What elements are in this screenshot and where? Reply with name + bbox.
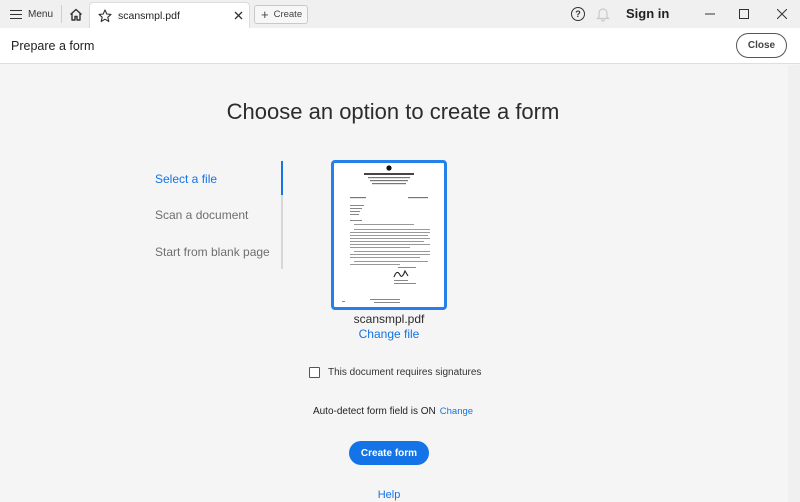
file-thumbnail[interactable] — [331, 160, 447, 310]
menu-label: Menu — [28, 8, 54, 20]
vertical-scrollbar[interactable] — [788, 65, 800, 502]
close-button[interactable]: Close — [736, 33, 787, 58]
document-preview-image — [342, 165, 430, 303]
close-icon — [234, 11, 242, 20]
change-file-link[interactable]: Change file — [300, 327, 478, 341]
page-title: Prepare a form — [11, 39, 95, 53]
active-option-indicator — [281, 161, 283, 195]
file-name: scansmpl.pdf — [353, 312, 425, 326]
document-tab[interactable]: scansmpl.pdf — [89, 2, 250, 28]
minimize-icon — [705, 13, 715, 15]
signature-checkbox-label: This document requires signatures — [328, 367, 482, 378]
bell-icon[interactable] — [596, 6, 610, 22]
option-select-file[interactable]: Select a file — [155, 172, 217, 186]
help-icon[interactable]: ? — [571, 7, 585, 21]
option-blank-page[interactable]: Start from blank page — [155, 245, 270, 259]
home-button[interactable] — [62, 0, 90, 28]
maximize-icon — [739, 9, 749, 19]
create-tab-button[interactable]: + Create — [254, 5, 308, 24]
window-close-icon — [777, 9, 787, 19]
signature-checkbox[interactable] — [309, 367, 320, 378]
option-list: Select a file Scan a document Start from… — [155, 161, 283, 269]
window-close-button[interactable] — [764, 0, 800, 28]
plus-icon: + — [261, 7, 269, 22]
maximize-button[interactable] — [726, 0, 762, 28]
star-icon[interactable] — [98, 8, 112, 23]
tab-close-button[interactable] — [227, 5, 249, 27]
tab-title: scansmpl.pdf — [118, 9, 180, 22]
hamburger-icon — [10, 9, 22, 19]
autodetect-row: Auto-detect form field is ON Change — [0, 406, 786, 417]
main-title: Choose an option to create a form — [226, 99, 560, 124]
tool-header: Prepare a form Close — [0, 28, 800, 64]
main-content: Choose an option to create a form Select… — [0, 65, 800, 502]
sign-in-button[interactable]: Sign in — [626, 6, 669, 21]
home-icon — [70, 8, 82, 21]
minimize-button[interactable] — [692, 0, 728, 28]
option-scan-document[interactable]: Scan a document — [155, 208, 248, 222]
help-link[interactable]: Help — [0, 489, 778, 501]
menu-button[interactable]: Menu — [0, 0, 61, 28]
create-form-button[interactable]: Create form — [349, 441, 429, 465]
autodetect-text: Auto-detect form field is ON — [312, 406, 436, 417]
signature-option: This document requires signatures — [309, 367, 481, 378]
create-tab-label: Create — [273, 9, 303, 20]
autodetect-change-link[interactable]: Change — [440, 406, 473, 417]
